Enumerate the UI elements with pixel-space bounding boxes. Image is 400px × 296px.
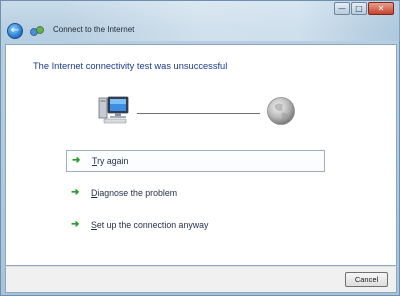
- window-frame: — □ ✕ ← Connect to the Internet The Inte…: [0, 0, 400, 296]
- diagnose-problem-label: Diagnose the problem: [91, 188, 178, 198]
- page-heading: The Internet connectivity test was unsuc…: [33, 61, 228, 71]
- green-arrow-icon: ➜: [72, 155, 81, 166]
- computer-icon: [98, 96, 129, 124]
- try-again-label: Try again: [92, 156, 129, 166]
- cancel-button[interactable]: Cancel: [345, 272, 388, 287]
- green-arrow-icon: ➜: [71, 187, 80, 198]
- main-panel: The Internet connectivity test was unsuc…: [5, 44, 397, 266]
- minimize-icon[interactable]: —: [334, 2, 350, 15]
- setup-anyway-option[interactable]: ➜ Set up the connection anyway: [66, 214, 325, 236]
- close-icon[interactable]: ✕: [368, 2, 394, 15]
- network-icon: [30, 26, 44, 36]
- setup-anyway-label: Set up the connection anyway: [91, 220, 209, 230]
- connection-line: [137, 113, 260, 114]
- try-again-option[interactable]: ➜ Try again: [66, 150, 325, 172]
- back-button[interactable]: ←: [7, 23, 23, 39]
- window-controls: — □ ✕: [333, 2, 394, 15]
- diagnose-problem-option[interactable]: ➜ Diagnose the problem: [66, 182, 325, 204]
- window-title: Connect to the Internet: [53, 25, 135, 34]
- footer-bar: Cancel: [5, 266, 397, 293]
- globe-icon: [267, 97, 295, 125]
- green-arrow-icon: ➜: [71, 219, 80, 230]
- maximize-icon[interactable]: □: [351, 2, 367, 15]
